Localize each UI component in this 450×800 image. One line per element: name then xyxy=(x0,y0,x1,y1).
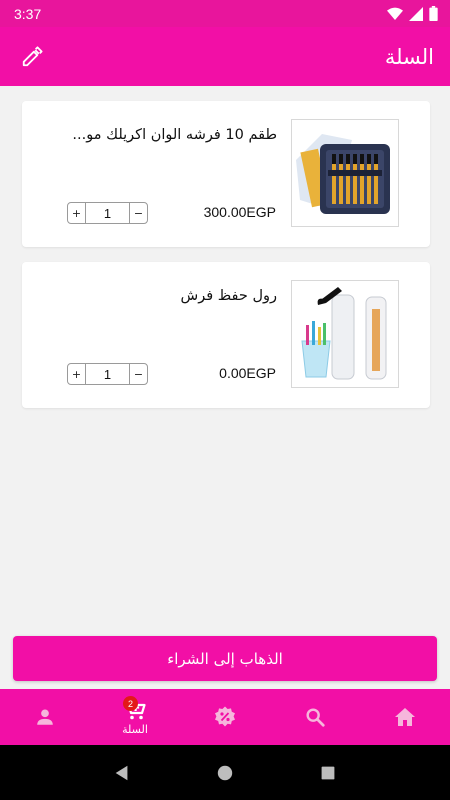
product-image[interactable] xyxy=(291,280,399,388)
page-title: السلة xyxy=(384,44,434,69)
edit-button[interactable] xyxy=(18,43,46,71)
quantity-value: 1 xyxy=(103,366,112,382)
home-icon xyxy=(395,708,415,726)
home-system-button[interactable] xyxy=(213,761,237,785)
cart-item-card[interactable]: رول حفظ فرش 0.00EGP + 1 − xyxy=(22,262,430,408)
cart-count-badge: 2 xyxy=(123,696,138,711)
checkout-button[interactable]: الذهاب إلى الشراء xyxy=(13,636,437,681)
item-price: 300.00EGP xyxy=(203,204,276,220)
item-price: 0.00EGP xyxy=(219,365,276,381)
back-icon xyxy=(115,765,128,780)
system-nav-bar xyxy=(0,745,450,800)
wifi-icon xyxy=(387,7,403,20)
quantity-stepper: + 1 − xyxy=(67,363,148,385)
person-icon xyxy=(37,709,53,725)
item-title: رول حفظ فرش xyxy=(180,288,277,304)
quantity-value: 1 xyxy=(103,205,112,221)
nav-item-cart[interactable]: 2 السلة xyxy=(90,689,180,745)
brush-set-image xyxy=(292,120,398,226)
circle-home-icon xyxy=(217,765,233,780)
nav-item-offers[interactable] xyxy=(180,689,270,745)
pencil-icon xyxy=(22,45,43,66)
status-icons xyxy=(387,6,438,21)
quantity-stepper: + 1 − xyxy=(67,202,148,224)
recents-icon xyxy=(321,766,335,779)
back-button[interactable] xyxy=(110,761,134,785)
search-icon xyxy=(306,708,325,727)
app-bar: السلة xyxy=(0,27,450,86)
increment-button[interactable]: + xyxy=(68,364,86,384)
battery-icon xyxy=(429,6,438,21)
increment-button[interactable]: + xyxy=(68,203,86,223)
product-image[interactable] xyxy=(291,119,399,227)
item-title: طقم 10 فرشه الوان اكريلك مو... xyxy=(72,127,277,143)
nav-item-search[interactable] xyxy=(270,689,360,745)
recents-button[interactable] xyxy=(316,761,340,785)
signal-icon xyxy=(409,6,423,21)
nav-item-account[interactable] xyxy=(0,689,90,745)
status-bar: 3:37 xyxy=(0,0,450,27)
brush-roll-image xyxy=(292,281,398,387)
decrement-button[interactable]: − xyxy=(129,364,147,384)
nav-label-cart: السلة xyxy=(122,723,148,736)
discount-icon xyxy=(215,706,235,727)
bottom-nav: 2 السلة xyxy=(0,689,450,745)
cart-item-card[interactable]: طقم 10 فرشه الوان اكريلك مو... 300.00EGP… xyxy=(22,101,430,247)
status-time: 3:37 xyxy=(14,5,42,22)
decrement-button[interactable]: − xyxy=(129,203,147,223)
nav-item-home[interactable] xyxy=(360,689,450,745)
